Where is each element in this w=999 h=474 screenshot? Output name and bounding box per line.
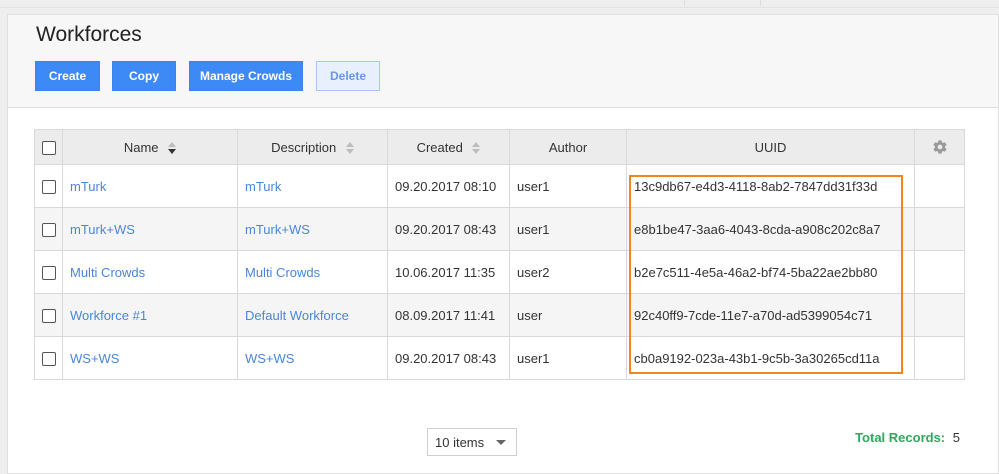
workforce-description-link[interactable]: Multi Crowds <box>245 265 320 280</box>
row-select-cell <box>34 250 63 294</box>
workforce-name-link[interactable]: mTurk <box>70 179 106 194</box>
uuid-cell: cb0a9192-023a-43b1-9c5b-3a30265cd11a <box>626 336 915 380</box>
row-checkbox[interactable] <box>41 265 56 280</box>
column-header-name[interactable]: Name <box>62 129 238 165</box>
sort-icon[interactable] <box>345 142 354 155</box>
description-cell: Multi Crowds <box>237 250 388 294</box>
table-row[interactable]: Workforce #1 Default Workforce 08.09.201… <box>34 293 965 337</box>
page-size-value: 10 items <box>435 434 485 450</box>
author-cell: user1 <box>509 336 627 380</box>
row-select-cell <box>34 164 63 208</box>
column-label: Name <box>123 139 159 155</box>
actions-cell <box>914 336 965 380</box>
column-label: Description <box>271 139 337 155</box>
row-select-cell <box>34 336 63 380</box>
column-header-author: Author <box>509 129 627 165</box>
uuid-cell: 92c40ff9-7cde-11e7-a70d-ad5399054c71 <box>626 293 915 337</box>
column-header-created[interactable]: Created <box>387 129 510 165</box>
description-cell: mTurk+WS <box>237 207 388 251</box>
column-label: UUID <box>754 139 787 155</box>
sort-icon[interactable] <box>168 142 177 155</box>
actions-cell <box>914 164 965 208</box>
created-cell: 09.20.2017 08:43 <box>387 207 510 251</box>
manage-crowds-button[interactable]: Manage Crowds <box>189 61 303 91</box>
column-header-description[interactable]: Description <box>237 129 388 165</box>
row-checkbox[interactable] <box>41 351 56 366</box>
select-all-cell <box>34 129 63 165</box>
column-label: Created <box>416 139 463 155</box>
column-header-uuid: UUID <box>626 129 915 165</box>
copy-button[interactable]: Copy <box>112 61 176 91</box>
name-cell: Multi Crowds <box>62 250 238 294</box>
total-records-label: Total Records: <box>855 430 946 445</box>
name-cell: WS+WS <box>62 336 238 380</box>
sort-icon[interactable] <box>472 142 481 155</box>
table-row[interactable]: mTurk+WS mTurk+WS 09.20.2017 08:43 user1… <box>34 207 965 251</box>
created-cell: 10.06.2017 11:35 <box>387 250 510 294</box>
panel-header: Workforces Create Copy Manage Crowds Del… <box>8 15 998 108</box>
row-select-cell <box>34 207 63 251</box>
table-header-row: Name Description Created Author UUID <box>34 129 965 165</box>
workforce-description-link[interactable]: mTurk <box>245 179 281 194</box>
workforces-panel: Workforces Create Copy Manage Crowds Del… <box>7 14 999 474</box>
author-cell: user <box>509 293 627 337</box>
description-cell: WS+WS <box>237 336 388 380</box>
uuid-cell: b2e7c511-4e5a-46a2-bf74-5ba22ae2bb80 <box>626 250 915 294</box>
total-records: Total Records: 5 <box>855 430 960 445</box>
delete-button[interactable]: Delete <box>316 61 380 91</box>
select-all-checkbox[interactable] <box>41 140 56 155</box>
total-records-value: 5 <box>952 430 960 445</box>
workforce-name-link[interactable]: WS+WS <box>70 351 119 366</box>
row-checkbox[interactable] <box>41 308 56 323</box>
workforce-name-link[interactable]: Multi Crowds <box>70 265 145 280</box>
top-bar <box>0 0 999 8</box>
description-cell: Default Workforce <box>237 293 388 337</box>
column-settings-cell <box>914 129 965 165</box>
table-row[interactable]: WS+WS WS+WS 09.20.2017 08:43 user1 cb0a9… <box>34 336 965 380</box>
table-row[interactable]: mTurk mTurk 09.20.2017 08:10 user1 13c9d… <box>34 164 965 208</box>
page-title: Workforces <box>36 23 142 46</box>
page-size-select[interactable]: 10 items <box>427 428 517 456</box>
uuid-cell: e8b1be47-3aa6-4043-8cda-a908c202c8a7 <box>626 207 915 251</box>
column-label: Author <box>548 139 588 155</box>
row-checkbox[interactable] <box>41 179 56 194</box>
actions-cell <box>914 250 965 294</box>
name-cell: mTurk+WS <box>62 207 238 251</box>
chevron-down-icon <box>496 440 506 445</box>
row-checkbox[interactable] <box>41 222 56 237</box>
actions-cell <box>914 293 965 337</box>
workforce-name-link[interactable]: Workforce #1 <box>70 308 147 323</box>
row-select-cell <box>34 293 63 337</box>
author-cell: user2 <box>509 250 627 294</box>
table-row[interactable]: Multi Crowds Multi Crowds 10.06.2017 11:… <box>34 250 965 294</box>
author-cell: user1 <box>509 164 627 208</box>
top-divider <box>760 0 761 6</box>
gear-icon[interactable] <box>932 139 948 155</box>
created-cell: 09.20.2017 08:43 <box>387 336 510 380</box>
created-cell: 08.09.2017 11:41 <box>387 293 510 337</box>
workforce-description-link[interactable]: WS+WS <box>245 351 294 366</box>
name-cell: Workforce #1 <box>62 293 238 337</box>
actions-cell <box>914 207 965 251</box>
create-button[interactable]: Create <box>35 61 100 91</box>
created-cell: 09.20.2017 08:10 <box>387 164 510 208</box>
author-cell: user1 <box>509 207 627 251</box>
name-cell: mTurk <box>62 164 238 208</box>
workforce-name-link[interactable]: mTurk+WS <box>70 222 135 237</box>
workforces-table: Name Description Created Author UUID mTu… <box>34 129 965 380</box>
description-cell: mTurk <box>237 164 388 208</box>
workforce-description-link[interactable]: Default Workforce <box>245 308 349 323</box>
top-divider <box>684 0 685 6</box>
uuid-cell: 13c9db67-e4d3-4118-8ab2-7847dd31f33d <box>626 164 915 208</box>
workforce-description-link[interactable]: mTurk+WS <box>245 222 310 237</box>
